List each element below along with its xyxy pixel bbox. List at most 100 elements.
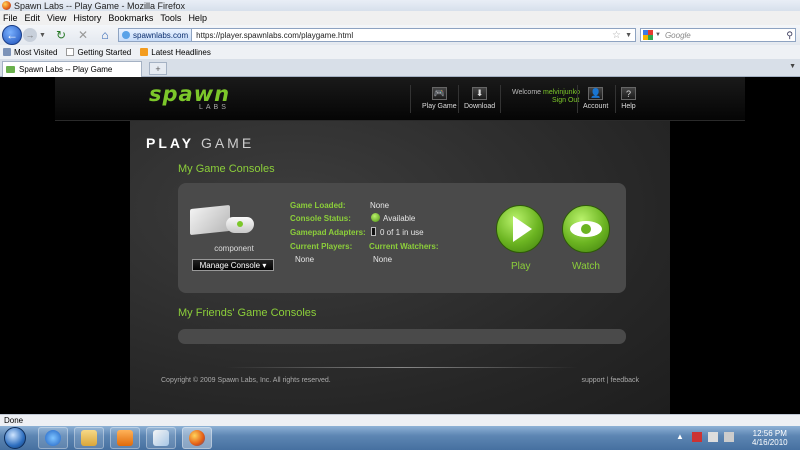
watch-button[interactable] — [562, 205, 610, 253]
nav-help[interactable]: ? Help — [621, 87, 636, 110]
console-name: component — [214, 244, 254, 253]
menu-file[interactable]: File — [3, 13, 18, 23]
manage-console-button[interactable]: Manage Console ▾ — [192, 259, 274, 271]
menu-bookmarks[interactable]: Bookmarks — [108, 13, 153, 23]
sign-out-link[interactable]: Sign Out — [552, 97, 579, 104]
stop-icon: ✕ — [77, 28, 89, 42]
spawn-labs-favicon — [6, 66, 15, 73]
copyright-text: Copyright © 2009 Spawn Labs, Inc. All ri… — [161, 377, 331, 384]
navigation-toolbar: ← → ▼ ↻ ✕ ⌂ spawnlabs.com https://player… — [0, 25, 800, 45]
history-dropdown-button[interactable]: ▼ — [39, 32, 47, 39]
bookmark-most-visited[interactable]: Most Visited — [3, 48, 57, 57]
tab-list-dropdown-icon[interactable]: ▼ — [789, 63, 796, 70]
logo-wordmark: spawn — [149, 82, 231, 106]
console-card: component Manage Console ▾ Game Loaded: … — [178, 183, 626, 293]
network-icon[interactable] — [708, 432, 718, 442]
taskbar: ▲ 12:56 PM 4/16/2010 — [0, 426, 800, 450]
url-bar[interactable]: spawnlabs.com https://player.spawnlabs.c… — [118, 28, 636, 42]
taskbar-clock[interactable]: 12:56 PM 4/16/2010 — [752, 429, 788, 447]
menu-edit[interactable]: Edit — [25, 13, 41, 23]
taskbar-paint[interactable] — [146, 427, 176, 449]
home-button[interactable]: ⌂ — [97, 27, 113, 43]
url-dropdown-icon[interactable]: ▼ — [625, 32, 632, 39]
action-center-flag-icon[interactable] — [692, 432, 702, 442]
current-players-label: Current Players: — [290, 242, 353, 251]
bookmark-label: Latest Headlines — [151, 47, 211, 57]
paint-icon — [153, 430, 169, 446]
internet-explorer-icon — [45, 430, 61, 446]
search-input[interactable]: Google — [665, 31, 691, 40]
nav-divider — [577, 85, 578, 113]
game-loaded-value: None — [370, 201, 390, 210]
stop-button[interactable]: ✕ — [75, 27, 91, 43]
nav-play-game-label: Play Game — [422, 103, 457, 110]
nav-download[interactable]: ⬇ Download — [464, 87, 495, 110]
page-title-light: GAME — [200, 135, 255, 151]
console-status-label: Console Status: — [290, 214, 351, 223]
spawn-labs-logo[interactable]: spawn LABS — [149, 82, 231, 112]
search-engine-dropdown-icon[interactable]: ▼ — [655, 32, 661, 38]
footer-links: support | feedback — [581, 377, 639, 384]
menu-history[interactable]: History — [73, 13, 101, 23]
status-text: Done — [4, 416, 24, 425]
menu-help[interactable]: Help — [188, 13, 207, 23]
nav-play-game[interactable]: 🎮 Play Game — [422, 87, 457, 110]
system-tray: ▲ — [676, 432, 740, 442]
show-hidden-icons-icon[interactable]: ▲ — [676, 432, 686, 442]
game-loaded-label: Game Loaded: — [290, 201, 346, 210]
bookmarks-toolbar: Most Visited Getting Started Latest Head… — [0, 45, 800, 59]
main-content: PLAY GAME My Game Consoles component Man… — [130, 121, 670, 414]
home-icon: ⌂ — [101, 28, 109, 42]
taskbar-firefox[interactable] — [182, 427, 212, 449]
support-link[interactable]: support — [581, 377, 604, 384]
logo-subtitle: LABS — [199, 104, 229, 111]
watch-label[interactable]: Watch — [572, 261, 600, 272]
play-button[interactable] — [496, 205, 544, 253]
search-icon[interactable]: ⚲ — [786, 30, 793, 41]
tab-strip: Spawn Labs -- Play Game + ▼ — [0, 59, 800, 77]
taskbar-explorer[interactable] — [74, 427, 104, 449]
search-bar[interactable]: ▼ Google ⚲ — [640, 28, 796, 42]
play-icon — [513, 216, 532, 242]
window-title-bar: Spawn Labs -- Play Game - Mozilla Firefo… — [0, 0, 800, 11]
start-button[interactable] — [4, 427, 26, 449]
download-icon: ⬇ — [472, 87, 488, 100]
taskbar-internet-explorer[interactable] — [38, 427, 68, 449]
menu-view[interactable]: View — [47, 13, 66, 23]
clock-time: 12:56 PM — [752, 429, 787, 438]
back-button[interactable]: ← — [2, 25, 22, 45]
bookmark-getting-started[interactable]: Getting Started — [66, 48, 131, 57]
gamepad-icon: 🎮 — [431, 87, 447, 100]
volume-icon[interactable] — [724, 432, 734, 442]
nav-account[interactable]: 👤 Account — [583, 87, 608, 110]
nav-divider — [500, 85, 501, 113]
site-header: spawn LABS 🎮 Play Game ⬇ Download Welcom… — [55, 77, 745, 121]
bookmark-star-icon[interactable]: ☆ — [612, 30, 621, 41]
new-tab-button[interactable]: + — [149, 62, 167, 75]
taskbar-media-player[interactable] — [110, 427, 140, 449]
url-input[interactable]: https://player.spawnlabs.com/playgame.ht… — [196, 31, 353, 40]
window-title: Spawn Labs -- Play Game - Mozilla Firefo… — [14, 0, 186, 11]
nav-divider — [615, 85, 616, 113]
bookmark-latest-headlines[interactable]: Latest Headlines — [140, 48, 211, 57]
welcome-prefix: Welcome — [512, 89, 543, 96]
google-icon[interactable] — [643, 30, 653, 40]
help-icon: ? — [621, 87, 636, 100]
my-game-consoles-heading: My Game Consoles — [178, 163, 275, 175]
play-label[interactable]: Play — [511, 261, 530, 272]
forward-button[interactable]: → — [23, 28, 37, 42]
reload-button[interactable]: ↻ — [53, 27, 69, 43]
nav-account-label: Account — [583, 103, 609, 110]
menu-tools[interactable]: Tools — [160, 13, 181, 23]
feedback-link[interactable]: feedback — [611, 377, 639, 384]
gamepad-adapter-icon — [371, 227, 376, 236]
welcome-message: Welcome melvinjunko — [512, 89, 580, 96]
site-identity-button[interactable]: spawnlabs.com — [119, 29, 193, 41]
nav-divider — [410, 85, 411, 113]
tab-spawn-labs[interactable]: Spawn Labs -- Play Game — [2, 61, 142, 77]
username[interactable]: melvinjunko — [543, 89, 580, 96]
clock-date: 4/16/2010 — [752, 438, 788, 447]
gamepad-adapters-label: Gamepad Adapters: — [290, 228, 366, 237]
page-title: PLAY GAME — [146, 135, 254, 151]
status-available-icon — [371, 213, 380, 222]
